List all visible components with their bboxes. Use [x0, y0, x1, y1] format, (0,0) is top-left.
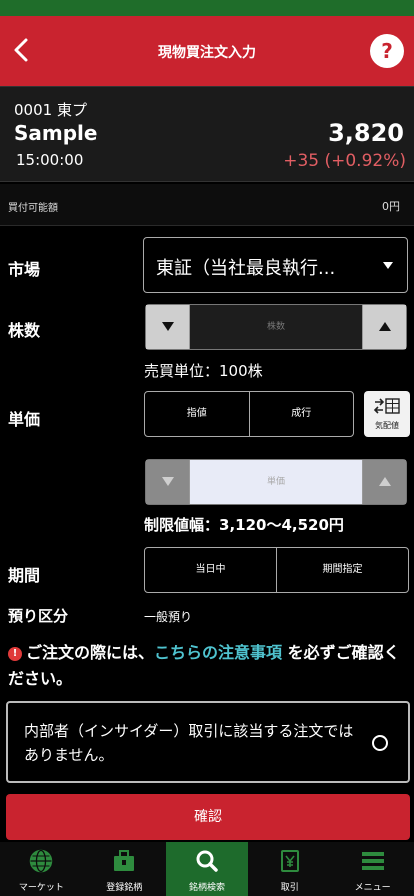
notice-prefix: ご注文の際には、 [26, 643, 155, 662]
tab-label: メニュー [354, 883, 391, 893]
stock-name: Sample [14, 121, 98, 145]
quantity-decrement-button[interactable] [146, 305, 190, 349]
search-icon [196, 850, 218, 872]
tab-label: 取引 [280, 883, 299, 893]
tab-market[interactable]: マーケット [0, 842, 83, 896]
caret-down-icon [383, 262, 393, 269]
tab-label: マーケット [18, 883, 64, 893]
tab-watchlist[interactable]: 登録銘柄 [83, 842, 166, 896]
limit-order-option[interactable]: 指値 [145, 392, 249, 436]
period-toggle: 当日中 期間指定 [144, 547, 409, 593]
insider-radio[interactable] [372, 735, 388, 751]
tab-search[interactable]: 銘柄検索 [165, 842, 249, 896]
triangle-up-icon [379, 322, 391, 331]
confirm-button[interactable]: 確認 [6, 794, 410, 840]
market-label: 市場 [8, 260, 41, 279]
stock-code: 0001 東プ [14, 101, 87, 119]
buying-power-value: 0円 [382, 200, 400, 213]
price-limit-range: 制限値幅：3,120〜4,520円 [144, 516, 344, 534]
market-select[interactable]: 東証（当社最良執行... [143, 237, 408, 293]
price-input[interactable]: 単価 [190, 460, 362, 504]
period-label: 期間 [8, 566, 41, 585]
briefcase-icon [114, 850, 135, 871]
app-header: 現物買注文入力 ? [0, 16, 414, 86]
custody-value: 一般預り [144, 610, 193, 624]
triangle-down-icon [162, 477, 174, 486]
stock-change: +35 (+0.92%) [283, 151, 406, 171]
period-today-option[interactable]: 当日中 [145, 548, 276, 592]
custody-label: 預り区分 [8, 607, 69, 625]
yen-doc-icon [280, 850, 299, 872]
stock-summary: 0001 東プ Sample 15:00:00 3,820 +35 (+0.92… [0, 86, 414, 182]
market-order-option[interactable]: 成行 [248, 392, 354, 436]
stock-price: 3,820 [328, 119, 404, 147]
period-specify-option[interactable]: 期間指定 [276, 548, 408, 592]
quantity-stepper: 株数 [145, 304, 407, 350]
price-stepper: 単価 [145, 459, 407, 505]
buying-power-label: 買付可能額 [8, 203, 58, 214]
price-increment-button[interactable] [362, 460, 406, 504]
stock-time: 15:00:00 [16, 151, 84, 169]
trading-unit-note: 売買単位：100株 [144, 362, 263, 380]
tab-trade[interactable]: 取引 [248, 842, 331, 896]
price-decrement-button[interactable] [146, 460, 190, 504]
insider-confirmation[interactable]: 内部者（インサイダー）取引に該当する注文ではありません。 [6, 701, 410, 783]
page-title: 現物買注文入力 [158, 45, 256, 61]
help-icon[interactable]: ? [370, 34, 404, 68]
triangle-down-icon [162, 322, 174, 331]
price-label: 単価 [8, 410, 41, 429]
globe-icon [30, 849, 53, 873]
quote-board-label: 気配値 [375, 421, 399, 430]
price-type-toggle: 指値 成行 [144, 391, 354, 437]
tab-label: 登録銘柄 [106, 883, 143, 893]
warning-icon: ! [8, 647, 22, 661]
quantity-increment-button[interactable] [362, 305, 406, 349]
status-strip [0, 0, 414, 16]
buying-power-row: 買付可能額 0円 [0, 184, 414, 226]
insider-text: 内部者（インサイダー）取引に該当する注文ではありません。 [24, 722, 354, 764]
bottom-tab-bar: マーケット 登録銘柄 銘柄検索 取引 メニュー [0, 842, 414, 896]
notice-link[interactable]: こちらの注意事項 [154, 643, 282, 662]
quantity-input[interactable]: 株数 [190, 305, 362, 349]
quote-board-button[interactable]: 気配値 [364, 391, 410, 437]
quote-board-icon [373, 398, 400, 414]
tab-menu[interactable]: メニュー [331, 842, 414, 896]
tab-label: 銘柄検索 [188, 883, 225, 893]
triangle-up-icon [379, 477, 391, 486]
market-select-value: 東証（当社最良執行... [156, 258, 336, 279]
menu-icon [361, 852, 384, 870]
order-notice: ! ご注文の際には、こちらの注意事項 を必ずご確認ください。 [8, 640, 408, 692]
quantity-label: 株数 [8, 321, 41, 340]
